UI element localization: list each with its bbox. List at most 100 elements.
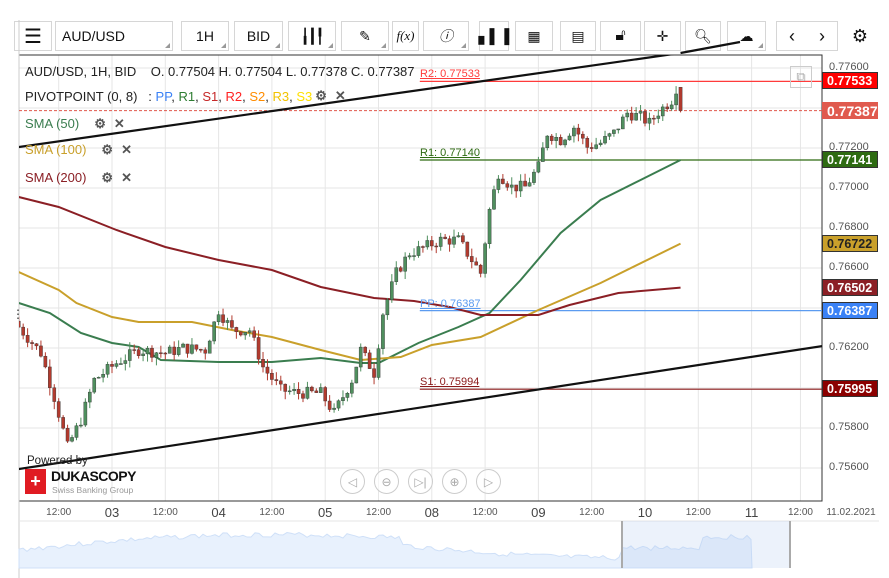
- gear-icon[interactable]: ⚙: [315, 88, 327, 104]
- candle-body: [398, 267, 403, 272]
- candle-body: [589, 147, 594, 149]
- scroll-to-end-button[interactable]: ▷|: [408, 469, 433, 494]
- y-tick-label: 0.77000: [829, 181, 869, 193]
- close-icon[interactable]: ✕: [335, 88, 346, 104]
- candle-body: [358, 346, 363, 368]
- pivot-label: R1: 0.77140: [420, 147, 480, 159]
- zoom-out-button[interactable]: ⊖: [374, 469, 399, 494]
- candle: [87, 388, 92, 409]
- x-tick-label: 03: [104, 505, 120, 520]
- candle: [43, 352, 48, 369]
- candle: [549, 134, 554, 145]
- candle: [669, 100, 674, 111]
- candle: [270, 369, 274, 386]
- candle: [230, 315, 234, 330]
- pivot-label: PIVOTPOINT (0, 8): [25, 88, 138, 104]
- candle-body: [509, 184, 514, 188]
- candle-body: [194, 344, 199, 350]
- gear-icon[interactable]: ⚙: [94, 116, 106, 132]
- pivot-label: R2: 0.77533: [420, 68, 480, 81]
- zoom-in-button[interactable]: ⊕: [442, 469, 467, 494]
- candle: [585, 136, 590, 154]
- candle: [416, 240, 421, 258]
- candle-body: [465, 241, 470, 257]
- candle: [430, 236, 434, 251]
- close-icon[interactable]: ✕: [121, 142, 132, 158]
- y-tick-label: 0.76600: [829, 261, 869, 273]
- scroll-left-nav-button[interactable]: ◁: [340, 469, 365, 494]
- candle-body: [474, 261, 479, 266]
- candle: [176, 340, 181, 357]
- candle: [554, 133, 558, 149]
- instrument-info: AUD/USD, 1H, BID: [25, 64, 137, 79]
- candle: [336, 399, 341, 411]
- candle-body: [247, 330, 252, 333]
- candle-body: [354, 366, 359, 384]
- price-badge: 0.76502: [822, 278, 878, 296]
- trendline: [19, 344, 822, 471]
- candle-body: [327, 400, 332, 410]
- candle-body: [287, 390, 292, 393]
- expand-icon[interactable]: ⧉: [790, 66, 812, 88]
- sma-50-label: SMA (50): [25, 116, 80, 131]
- candle-body: [563, 139, 567, 146]
- price-badge: 0.77533: [822, 72, 878, 90]
- scroll-right-nav-button[interactable]: ▷: [476, 469, 501, 494]
- y-tick-label: 0.75600: [829, 461, 869, 473]
- y-tick-label: 0.75800: [829, 421, 869, 433]
- candle: [61, 415, 65, 430]
- pivot-part-s1: S1: [202, 88, 219, 104]
- candle-body: [92, 377, 97, 393]
- candle-body: [341, 397, 345, 401]
- candle-body: [96, 376, 101, 379]
- candle-body: [150, 347, 154, 358]
- candle: [56, 398, 61, 422]
- candle: [283, 383, 288, 400]
- left-resize-handle[interactable]: ⋮: [12, 307, 24, 321]
- candle-body: [421, 246, 425, 248]
- candle-body: [163, 352, 168, 355]
- candle: [292, 382, 296, 395]
- candle-body: [305, 386, 310, 399]
- candle: [425, 235, 430, 250]
- candle: [119, 357, 123, 365]
- sma-100-legend: SMA (100) ⚙ ✕: [25, 142, 132, 158]
- candle-body: [283, 383, 288, 392]
- candle-body: [181, 343, 185, 348]
- candle-body: [407, 255, 412, 258]
- pivot-part-r2: R2: [225, 88, 243, 104]
- candle-body: [190, 344, 194, 354]
- candle-body: [261, 359, 265, 368]
- candle-body: [452, 236, 456, 245]
- candle: [207, 339, 212, 354]
- candle: [25, 328, 30, 348]
- candle-body: [434, 245, 439, 248]
- candle: [243, 332, 248, 340]
- pivot-label: S1: 0.75994: [420, 376, 480, 389]
- gear-icon[interactable]: ⚙: [101, 170, 113, 186]
- skip-end-icon: ▷|: [414, 474, 427, 489]
- candle: [567, 133, 572, 141]
- candle: [412, 248, 416, 261]
- candle-body: [159, 352, 163, 354]
- x-tick-label: 08: [424, 505, 440, 520]
- close-icon[interactable]: ✕: [121, 170, 132, 186]
- candle-body: [119, 363, 123, 365]
- trendline-ext: [680, 40, 741, 55]
- gear-icon[interactable]: ⚙: [101, 142, 113, 158]
- pivot-parts: PP, R1, S1, R2, S2, R3, S3: [156, 89, 313, 104]
- candle-body: [416, 246, 421, 256]
- ohlc-values: O. 0.77504 H. 0.77504 L. 0.77378 C. 0.77…: [150, 64, 415, 79]
- candle: [332, 403, 336, 413]
- candle-body: [154, 352, 159, 358]
- candle-body: [367, 352, 372, 369]
- candle: [381, 313, 385, 355]
- candle: [478, 263, 483, 278]
- close-icon[interactable]: ✕: [114, 116, 125, 132]
- candle: [487, 207, 492, 249]
- candle: [483, 241, 487, 278]
- candle-body: [70, 437, 74, 442]
- candle: [327, 395, 332, 412]
- candle: [261, 351, 265, 373]
- candle: [21, 323, 25, 340]
